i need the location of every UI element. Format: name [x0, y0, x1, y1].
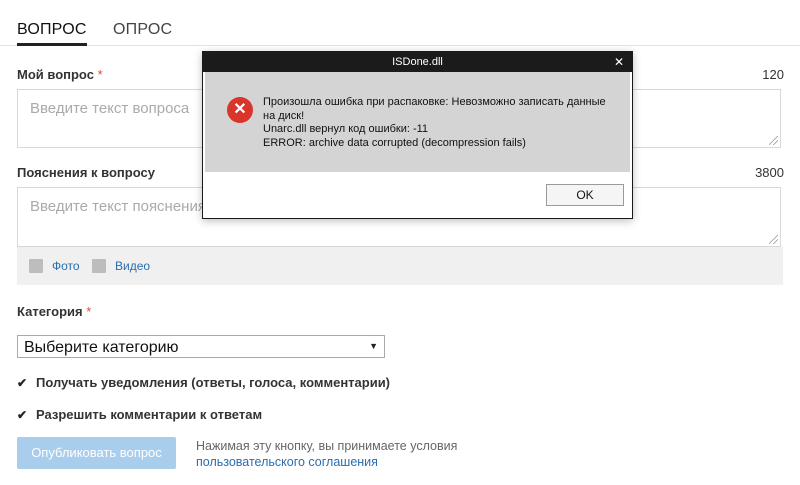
notifications-label: Получать уведомления (ответы, голоса, ко… [36, 375, 391, 390]
photo-icon[interactable] [29, 259, 43, 273]
tab-bar: ВОПРОС ОПРОС [0, 0, 800, 46]
publish-button[interactable]: Опубликовать вопрос [17, 437, 176, 469]
dialog-message-area: ✕ Произошла ошибка при распаковке: Невоз… [205, 72, 630, 172]
resize-handle-icon[interactable] [769, 235, 778, 244]
details-placeholder: Введите текст пояснения [30, 198, 206, 215]
checkmark-icon: ✔ [17, 376, 28, 390]
video-icon[interactable] [92, 259, 106, 273]
notifications-checkbox[interactable]: ✔ Получать уведомления (ответы, голоса, к… [17, 375, 390, 390]
question-label: Мой вопрос * [17, 67, 103, 82]
category-label-text: Категория [17, 304, 83, 319]
dialog-title: ISDone.dll [392, 56, 443, 68]
terms-notice: Нажимая эту кнопку, вы принимаете услови… [196, 438, 457, 470]
dropdown-arrow-icon: ▼ [369, 341, 378, 351]
resize-handle-icon[interactable] [769, 136, 778, 145]
details-char-counter: 3800 [755, 165, 784, 180]
tab-question[interactable]: ВОПРОС [17, 21, 87, 46]
dialog-message-line: Unarc.dll вернул код ошибки: -11 [263, 123, 429, 135]
error-dialog: ISDone.dll ✕ ✕ Произошла ошибка при расп… [202, 51, 633, 219]
dialog-message-line: на диск! [263, 109, 305, 122]
close-icon[interactable]: ✕ [614, 52, 624, 72]
ok-button[interactable]: OK [546, 184, 624, 206]
required-mark: * [97, 67, 103, 82]
required-mark: * [86, 304, 92, 319]
category-selected-value: Выберите категорию [24, 339, 179, 356]
question-char-counter: 120 [762, 67, 784, 82]
terms-text: Нажимая эту кнопку, вы принимаете услови… [196, 439, 458, 453]
question-label-text: Мой вопрос [17, 67, 94, 82]
tab-poll[interactable]: ОПРОС [113, 21, 172, 39]
allow-comments-checkbox[interactable]: ✔ Разрешить комментарии к ответам [17, 407, 262, 422]
media-toolbar: Фото Видео [17, 247, 783, 285]
category-select[interactable]: Выберите категорию ▼ [17, 335, 385, 358]
dialog-message-line: ERROR: archive data corrupted (decompres… [263, 136, 526, 149]
dialog-title-bar[interactable]: ISDone.dll ✕ [203, 52, 632, 72]
error-icon: ✕ [227, 97, 253, 123]
checkmark-icon: ✔ [17, 408, 28, 422]
question-placeholder: Введите текст вопроса [30, 100, 190, 117]
allow-comments-label: Разрешить комментарии к ответам [36, 407, 263, 422]
terms-link[interactable]: пользовательского соглашения [196, 455, 378, 469]
video-link[interactable]: Видео [115, 259, 150, 273]
category-label: Категория * [17, 304, 91, 319]
dialog-message-line: Произошла ошибка при распаковке: Невозмо… [263, 96, 606, 108]
details-label: Пояснения к вопросу [17, 165, 155, 180]
dialog-message: Произошла ошибка при распаковке: Невозмо… [263, 96, 613, 150]
photo-link[interactable]: Фото [52, 259, 80, 273]
